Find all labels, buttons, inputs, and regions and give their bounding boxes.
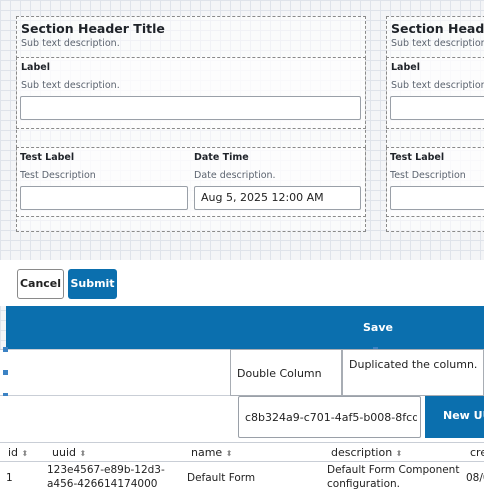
- uuid-input[interactable]: c8b324a9-c701-4af5-b008-8fcd36887: [238, 396, 421, 438]
- right-test-label-title: Test Label: [390, 152, 445, 163]
- right-label-input[interactable]: [390, 96, 484, 120]
- uuid-value: c8b324a9-c701-4af5-b008-8fcd36887: [245, 411, 417, 424]
- sort-icon: ⬍: [21, 449, 29, 458]
- cell-uuid: 123e4567-e89b-12d3-a456-426614174000: [47, 464, 165, 490]
- sort-icon: ⬍: [395, 449, 403, 458]
- column-header-description[interactable]: description ⬍: [331, 446, 402, 459]
- column-header-id-label: id: [8, 446, 19, 459]
- sort-icon: ⬍: [225, 449, 233, 458]
- cell-description: Default Form Component configuration.: [327, 464, 460, 490]
- duplicated-column-cell[interactable]: Duplicated the column.: [342, 349, 484, 396]
- column-header-uuid-label: uuid: [52, 446, 76, 459]
- double-column-label: Double Column: [237, 367, 322, 380]
- column-header-description-label: description: [331, 446, 393, 459]
- cancel-button[interactable]: Cancel: [17, 269, 64, 299]
- right-test-label-input[interactable]: [390, 186, 484, 210]
- cell-name: Default Form: [187, 472, 256, 484]
- left-section-subtext: Sub text description.: [21, 38, 120, 49]
- date-time-title: Date Time: [194, 152, 249, 163]
- save-bar[interactable]: Save: [6, 306, 484, 349]
- resize-handle-left-top[interactable]: [3, 347, 8, 352]
- date-time-input[interactable]: Aug 5, 2025 12:00 AM: [194, 186, 361, 210]
- left-label-subtext: Sub text description.: [21, 80, 120, 91]
- test-label-title: Test Label: [20, 152, 75, 163]
- left-section-title: Section Header Title: [21, 21, 165, 36]
- left-label-title: Label: [21, 62, 50, 73]
- right-label-title: Label: [391, 62, 420, 73]
- double-column-cell[interactable]: Double Column: [230, 349, 342, 396]
- submit-button[interactable]: Submit: [68, 269, 117, 299]
- date-time-value: Aug 5, 2025 12:00 AM: [201, 191, 324, 204]
- new-uuid-button[interactable]: New UU: [425, 396, 484, 438]
- test-label-input[interactable]: [20, 186, 188, 210]
- right-section-subtext: Sub text description.: [391, 38, 484, 49]
- duplicated-column-text: Duplicated the column.: [349, 358, 478, 371]
- sort-icon: ⬍: [79, 449, 87, 458]
- column-header-name[interactable]: name ⬍: [191, 446, 232, 459]
- column-header-id[interactable]: id ⬍: [8, 446, 28, 459]
- right-test-label-description: Test Description: [390, 170, 466, 181]
- save-label: Save: [363, 321, 393, 334]
- cell-id: 1: [6, 472, 13, 484]
- resize-handle-left-mid[interactable]: [3, 370, 8, 375]
- column-header-created[interactable]: cre: [470, 446, 484, 459]
- date-time-description: Date description.: [194, 170, 276, 181]
- label-input[interactable]: [20, 96, 361, 120]
- test-label-description: Test Description: [20, 170, 96, 181]
- column-header-uuid[interactable]: uuid ⬍: [52, 446, 86, 459]
- right-section-title: Section Header: [391, 21, 484, 36]
- right-label-subtext: Sub text description.: [391, 80, 484, 91]
- cell-created: 08/0: [466, 472, 484, 484]
- column-header-name-label: name: [191, 446, 223, 459]
